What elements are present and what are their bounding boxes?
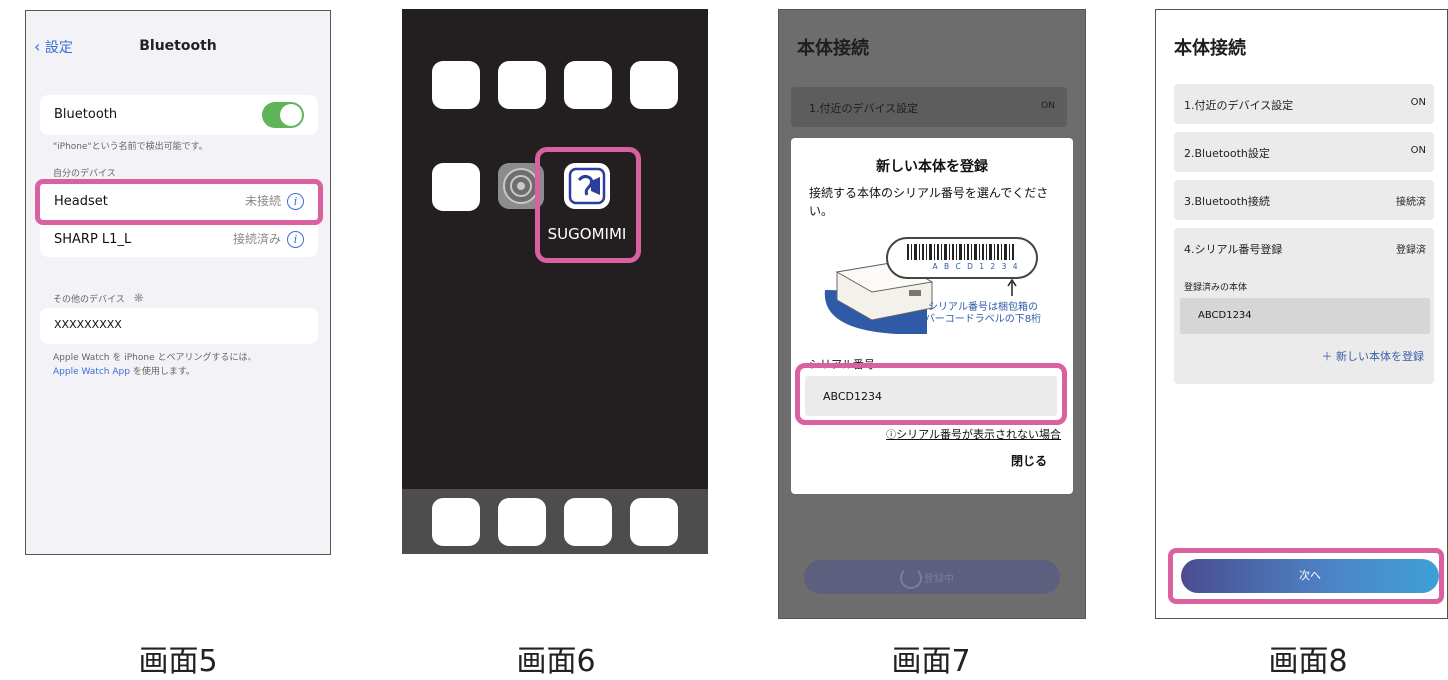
step-row: 2.Bluetooth設定 ON <box>1174 132 1434 172</box>
registering-label: 登録中 <box>924 574 954 585</box>
registering-button: 登録中 <box>804 560 1060 594</box>
dock <box>402 489 708 554</box>
dock-app-icon[interactable] <box>564 498 612 546</box>
dock-app-icon[interactable] <box>630 498 678 546</box>
app-icon-placeholder[interactable] <box>432 163 480 211</box>
step-value: ON <box>1410 97 1426 108</box>
add-new-device-link[interactable]: ＋ 新しい本体を登録 <box>1322 348 1425 364</box>
app-icon-placeholder[interactable] <box>630 61 678 109</box>
other-device-row[interactable]: XXXXXXXXX <box>40 308 318 344</box>
close-button[interactable]: 閉じる <box>1011 452 1047 469</box>
caption-screen-5: 画面5 <box>138 644 218 679</box>
info-icon[interactable]: i <box>287 231 304 248</box>
step-row: 3.Bluetooth接続 接続済 <box>1174 180 1434 220</box>
step-row: 1.付近のデバイス設定 ON <box>791 87 1067 127</box>
highlight-frame <box>1168 548 1444 604</box>
page-title: 本体接続 <box>1174 38 1246 59</box>
serial-illustration-note: シリアル番号は梱包箱の バーコードラベルの下8桁 <box>924 302 1042 325</box>
device-status: 接続済み i <box>233 230 304 248</box>
app-icon-placeholder[interactable] <box>564 61 612 109</box>
caption-screen-8: 画面8 <box>1268 644 1348 679</box>
highlight-frame <box>795 363 1067 425</box>
page-title: Bluetooth <box>139 38 217 54</box>
page-title: 本体接続 <box>797 38 869 59</box>
help-icon: ⓘ <box>886 430 897 441</box>
caption-screen-7: 画面7 <box>891 644 971 679</box>
step-row-serial: 4.シリアル番号登録 登録済 登録済みの本体 ABCD1234 ＋ 新しい本体を… <box>1174 228 1434 384</box>
step-label: 3.Bluetooth接続 <box>1184 195 1270 208</box>
screen-6-home-screen: SUGOMIMI <box>402 9 708 554</box>
registered-device-item[interactable]: ABCD1234 <box>1180 298 1430 334</box>
bluetooth-toggle-card: Bluetooth <box>40 95 318 135</box>
screen-5-bluetooth-settings: ‹ 設定 Bluetooth Bluetooth "iPhone"という名前で検… <box>25 10 331 555</box>
loading-spinner-icon <box>900 567 922 589</box>
step-label: 1.付近のデバイス設定 <box>809 102 919 115</box>
app-icon-placeholder[interactable] <box>432 61 480 109</box>
register-modal: 新しい本体を登録 接続する本体のシリアル番号を選んでください。 A B C D … <box>791 138 1073 494</box>
my-devices-header: 自分のデバイス <box>53 169 116 179</box>
caption-screen-6: 画面6 <box>516 644 596 679</box>
app-icon-placeholder[interactable] <box>498 61 546 109</box>
step-label: 2.Bluetooth設定 <box>1184 147 1270 160</box>
other-devices-header: その他のデバイス ❋ <box>53 291 144 305</box>
apple-watch-app-link[interactable]: Apple Watch App <box>53 367 130 377</box>
dock-app-icon[interactable] <box>432 498 480 546</box>
registered-device-serial: ABCD1234 <box>1198 310 1252 321</box>
screen-7-register-device: 本体接続 1.付近のデバイス設定 ON 新しい本体を登録 接続する本体のシリアル… <box>778 9 1086 619</box>
serial-help-link[interactable]: ⓘシリアル番号が表示されない場合 <box>886 426 1061 442</box>
step-value: 登録済 <box>1396 245 1426 256</box>
modal-description: 接続する本体のシリアル番号を選んでください。 <box>809 186 1049 218</box>
apple-watch-note: Apple Watch を iPhone とペアリングするには、 Apple W… <box>53 353 257 377</box>
other-device-name: XXXXXXXXX <box>54 318 122 331</box>
highlight-frame <box>535 147 641 263</box>
nav-bar: ‹ 設定 Bluetooth <box>26 11 330 81</box>
dock-app-icon[interactable] <box>498 498 546 546</box>
barcode-text: A B C D 1 2 3 4 <box>932 262 1020 271</box>
screen-8-device-connection: 本体接続 1.付近のデバイス設定 ON 2.Bluetooth設定 ON 3.B… <box>1155 9 1448 619</box>
step-row: 1.付近のデバイス設定 ON <box>1174 84 1434 124</box>
registered-devices-label: 登録済みの本体 <box>1184 283 1248 293</box>
highlight-frame <box>35 179 323 225</box>
step-value: ON <box>1041 101 1055 111</box>
step-value: 接続済 <box>1396 197 1426 208</box>
step-label: 1.付近のデバイス設定 <box>1184 99 1294 112</box>
bluetooth-toggle[interactable] <box>262 102 304 128</box>
modal-title: 新しい本体を登録 <box>876 159 988 175</box>
loading-spinner-icon: ❋ <box>133 291 144 305</box>
discoverable-note: "iPhone"という名前で検出可能です。 <box>53 142 208 152</box>
step-value: ON <box>1410 145 1426 156</box>
step-label: 4.シリアル番号登録 <box>1184 243 1283 256</box>
